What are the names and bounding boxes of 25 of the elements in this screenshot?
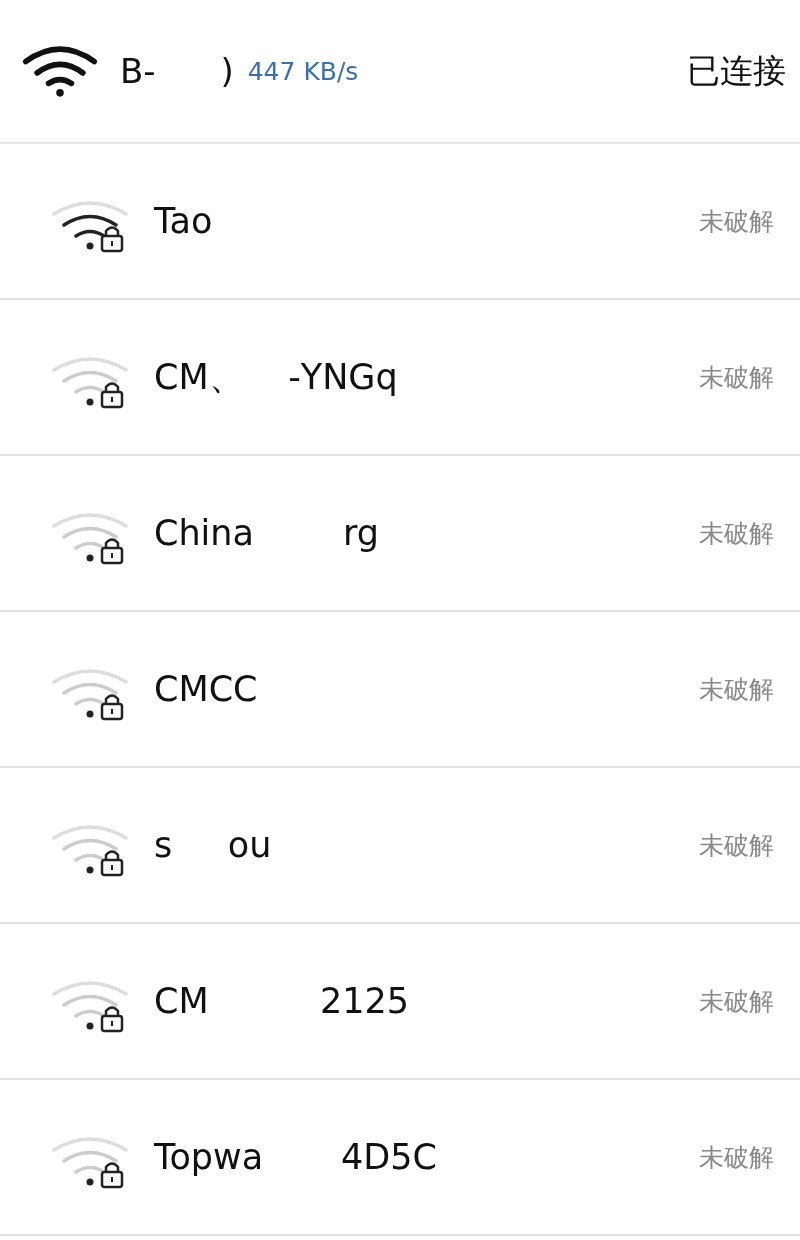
network-row[interactable]: Tao 未破解 (0, 144, 800, 300)
network-row[interactable]: CM 2125 未破解 (0, 924, 800, 1080)
crack-status: 未破解 (699, 517, 774, 550)
network-name: B- ) (120, 51, 234, 91)
network-name: s ou (154, 825, 272, 865)
crack-status: 未破解 (699, 673, 774, 706)
network-row[interactable]: Topwa 4D5C 未破解 (0, 1080, 800, 1236)
crack-status: 未破解 (699, 205, 774, 238)
crack-status: 未破解 (699, 361, 774, 394)
connection-status: 已连接 (687, 49, 786, 92)
wifi-icon (22, 44, 98, 98)
crack-status: 未破解 (699, 1141, 774, 1174)
network-row[interactable]: CM、 -YNGq 未破解 (0, 300, 800, 456)
network-name: CM 2125 (154, 981, 409, 1021)
network-row[interactable]: CMCC 未破解 (0, 612, 800, 768)
crack-status: 未破解 (699, 985, 774, 1018)
speed-text: 447 KB/s (247, 56, 359, 86)
network-name: CMCC (154, 669, 258, 709)
network-name: Topwa 4D5C (154, 1137, 437, 1177)
network-name: Tao (154, 201, 213, 241)
network-name: CM、 -YNGq (154, 355, 398, 399)
network-name: China rg (154, 513, 379, 553)
network-row[interactable]: China rg 未破解 (0, 456, 800, 612)
network-row[interactable]: s ou 未破解 (0, 768, 800, 924)
crack-status: 未破解 (699, 829, 774, 862)
